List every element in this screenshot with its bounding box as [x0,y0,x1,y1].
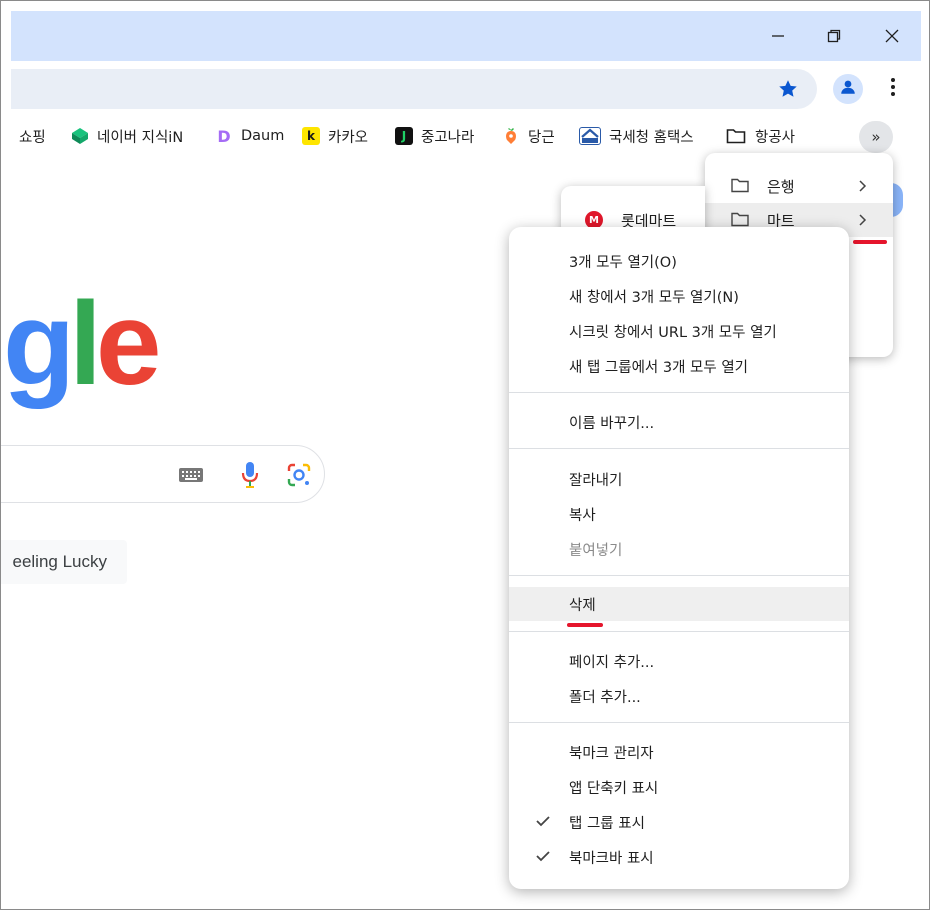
bookmark-joonggonara[interactable]: J 중고나라 [395,123,474,149]
double-chevron-icon: » [871,128,881,146]
folder-context-menu: 3개 모두 열기(O) 새 창에서 3개 모두 열기(N) 시크릿 창에서 UR… [509,227,849,889]
carrot-icon [502,127,520,145]
minimize-icon [771,29,785,43]
bookmark-label: 카카오 [328,129,369,146]
star-icon[interactable] [777,78,799,100]
menu-separator [509,575,849,576]
bookmark-daum[interactable]: D Daum [215,123,284,149]
menu-separator [509,631,849,632]
bookmark-label: Daum [241,128,285,144]
menu-open-all-new-window[interactable]: 새 창에서 3개 모두 열기(N) [509,279,849,313]
logo-letter-e: e [95,278,162,410]
feeling-lucky-label: eeling Lucky [12,552,107,571]
folder-icon [725,127,747,145]
restore-button[interactable] [811,21,857,51]
menu-bookmark-manager[interactable]: 북마크 관리자 [509,735,849,769]
menu-item-label: 새 창에서 3개 모두 열기(N) [569,289,739,306]
bookmark-label: 중고나라 [421,129,475,146]
menu-item-label: 새 탭 그룹에서 3개 모두 열기 [569,359,749,376]
menu-separator [509,448,849,449]
menu-item-label: 앱 단축키 표시 [569,780,659,797]
kebab-icon [890,77,896,101]
menu-add-page[interactable]: 페이지 추가... [509,644,849,678]
folder-item-bank[interactable]: 은행 [705,169,893,203]
title-bar [11,11,921,61]
menu-show-bookmarks-bar[interactable]: 북마크바 표시 [509,840,849,874]
address-bar[interactable] [11,69,817,109]
menu-item-label: 삭제 [569,597,596,614]
menu-item-label: 시크릿 창에서 URL 3개 모두 열기 [569,324,777,341]
google-lens-icon[interactable] [284,460,314,490]
annotation-underline [853,240,887,244]
menu-cut[interactable]: 잘라내기 [509,462,849,496]
menu-add-folder[interactable]: 폴더 추가... [509,679,849,713]
bookmark-kakao[interactable]: k 카카오 [302,123,368,149]
menu-item-label: 폴더 추가... [569,689,641,706]
bookmark-label: 당근 [528,129,555,146]
bookmarks-overflow-button[interactable]: » [859,121,893,153]
bookmark-label: 항공사 [755,129,796,146]
menu-open-all[interactable]: 3개 모두 열기(O) [509,244,849,278]
menu-item-label: 3개 모두 열기(O) [569,254,677,271]
menu-show-app-shortcuts[interactable]: 앱 단축키 표시 [509,770,849,804]
person-icon [839,78,857,100]
bookmark-label: 국세청 홈택스 [609,129,694,146]
folder-icon [731,178,749,197]
checkmark-icon [535,849,551,867]
menu-show-tab-groups[interactable]: 탭 그룹 표시 [509,805,849,839]
menu-item-label: 붙여넣기 [569,542,623,559]
logo-letter-g: g [3,278,75,410]
microphone-icon[interactable] [235,460,265,490]
browser-window: 쇼핑 네이버 지식iN D Daum k 카카오 J 중고나라 당근 국세청 홈… [0,0,930,910]
feeling-lucky-button[interactable]: eeling Lucky [1,540,127,584]
chrome-menu-button[interactable] [883,75,903,103]
naver-kin-icon [71,127,89,145]
hometax-icon [579,127,601,145]
menu-item-label: 잘라내기 [569,472,623,489]
menu-item-label: 복사 [569,507,596,524]
folder-label: 은행 [767,177,795,196]
menu-item-label: 북마크바 표시 [569,850,654,867]
restore-icon [827,29,841,43]
menu-delete[interactable]: 삭제 [509,587,849,621]
annotation-underline [567,623,603,627]
bookmarks-bar: 쇼핑 네이버 지식iN D Daum k 카카오 J 중고나라 당근 국세청 홈… [11,115,921,157]
menu-item-label: 이름 바꾸기... [569,415,655,432]
logo-letter-l: l [69,278,102,410]
menu-open-all-tab-group[interactable]: 새 탭 그룹에서 3개 모두 열기 [509,349,849,383]
search-box[interactable] [1,445,325,503]
close-icon [885,29,899,43]
minimize-button[interactable] [755,21,801,51]
menu-paste: 붙여넣기 [509,532,849,566]
daum-icon: D [217,126,231,146]
toolbar [11,61,921,115]
bookmark-label: 쇼핑 [19,129,46,146]
bookmark-folder-airline[interactable]: 항공사 [725,123,795,149]
menu-item-label: 페이지 추가... [569,654,655,671]
menu-item-label: 북마크 관리자 [569,745,654,762]
menu-item-label: 탭 그룹 표시 [569,815,645,832]
checkmark-icon [535,814,551,832]
profile-button[interactable] [833,74,863,104]
joonggonara-icon: J [395,127,413,145]
menu-separator [509,392,849,393]
close-button[interactable] [869,21,915,51]
menu-open-all-incognito[interactable]: 시크릿 창에서 URL 3개 모두 열기 [509,314,849,348]
menu-separator [509,722,849,723]
menu-copy[interactable]: 복사 [509,497,849,531]
chevron-right-icon [857,179,867,197]
bookmark-shopping[interactable]: 쇼핑 [11,123,46,149]
keyboard-icon[interactable] [176,460,206,490]
google-logo: gle [3,285,161,403]
kakao-icon: k [302,127,320,145]
chevron-right-icon [857,213,867,231]
bookmark-daangn[interactable]: 당근 [502,123,555,149]
bookmark-label: 네이버 지식iN [97,129,184,146]
bookmark-naver-kin[interactable]: 네이버 지식iN [71,123,183,149]
bookmark-hometax[interactable]: 국세청 홈택스 [579,123,694,149]
menu-rename[interactable]: 이름 바꾸기... [509,405,849,439]
